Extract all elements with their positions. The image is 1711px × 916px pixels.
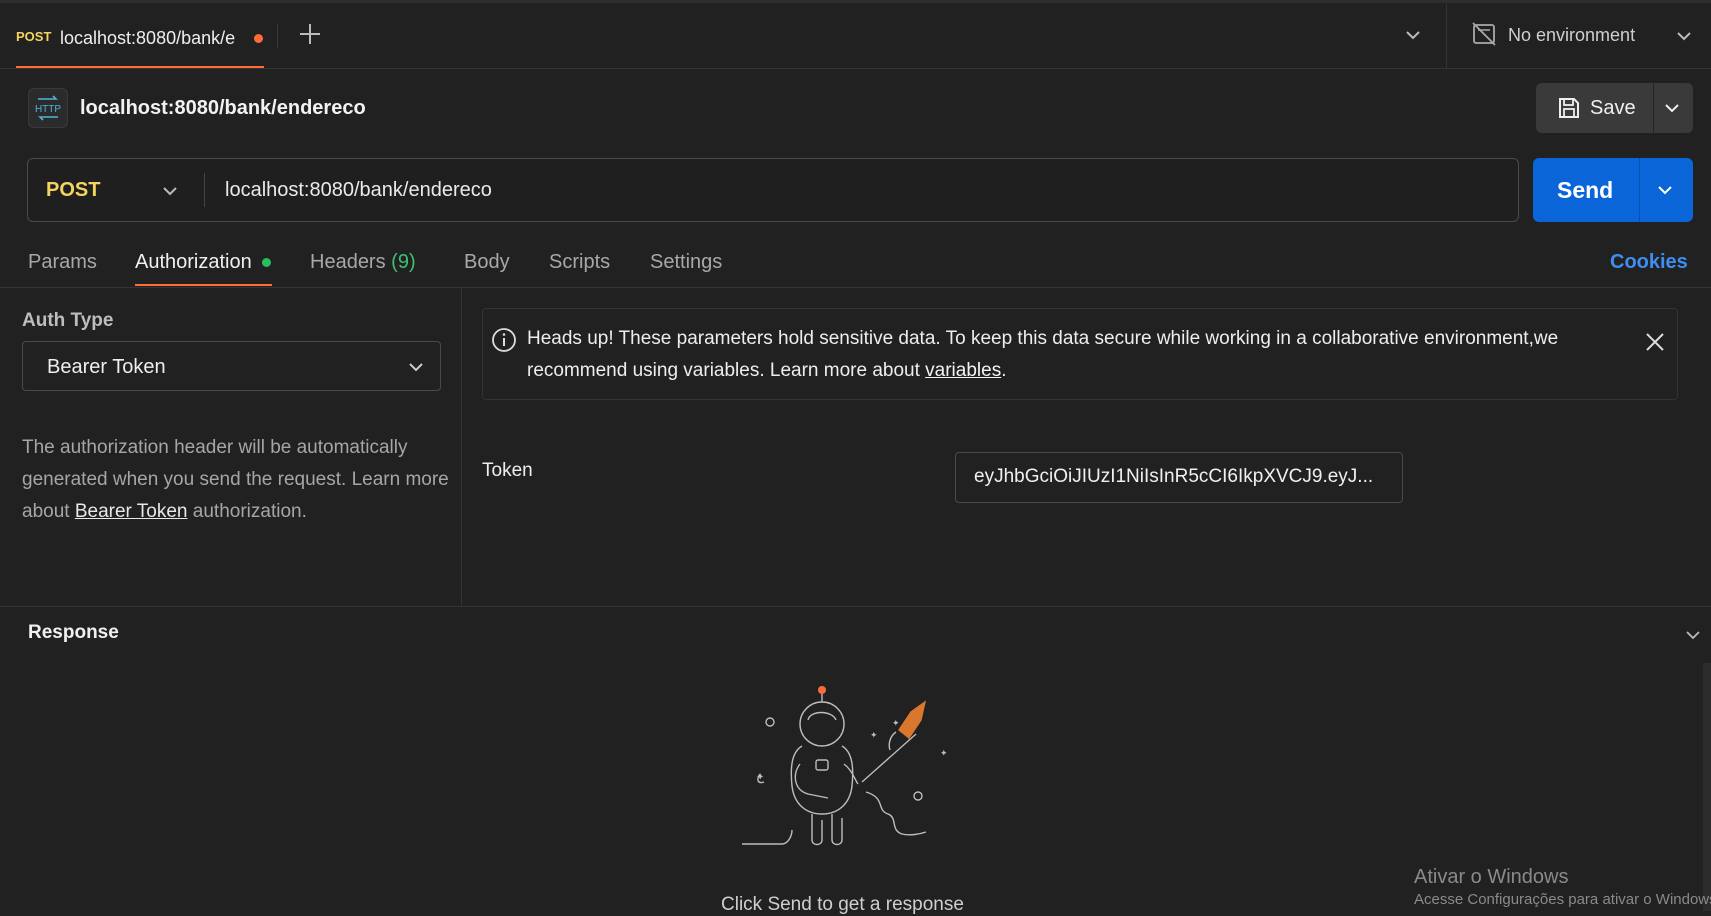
chevron-down-icon[interactable] (1662, 98, 1682, 123)
astronaut-illustration: ✦ ✦ ✦ ✦ (736, 684, 966, 854)
auth-status-dot (262, 258, 271, 267)
svg-text:✦: ✦ (870, 730, 878, 740)
tab-headers-label: Headers (310, 251, 386, 273)
auth-type-select[interactable]: Bearer Token (22, 341, 441, 391)
response-title: Response (28, 622, 119, 643)
method-select[interactable]: POST (46, 179, 100, 202)
svg-text:✦: ✦ (892, 718, 900, 728)
auth-description: The authorization header will be automat… (22, 432, 452, 528)
http-icon: HTTP (28, 88, 68, 128)
response-divider (0, 606, 1711, 607)
chevron-down-icon (1674, 26, 1694, 51)
headers-count: (9) (391, 251, 416, 273)
send-label: Send (1557, 177, 1614, 203)
chevron-down-icon[interactable] (1402, 24, 1424, 46)
token-input[interactable]: eyJhbGciOiJIUzI1NiIsInR5cCI6IkpXVCJ9.eyJ… (955, 452, 1403, 503)
no-environment-icon (1470, 20, 1498, 53)
notice-body: Heads up! These parameters hold sensitiv… (527, 328, 1559, 381)
tab-params[interactable]: Params (28, 251, 97, 274)
env-separator (1446, 4, 1447, 68)
notice-text: Heads up! These parameters hold sensitiv… (527, 323, 1567, 387)
plus-icon[interactable] (296, 20, 324, 48)
send-split (1639, 158, 1640, 222)
url-divider (204, 173, 205, 207)
request-tab-method: POST (16, 29, 52, 44)
tab-body[interactable]: Body (464, 251, 510, 274)
chevron-down-icon[interactable] (160, 181, 180, 206)
environment-label: No environment (1508, 25, 1636, 45)
chevron-down-icon (406, 357, 426, 382)
empty-response-message: Click Send to get a response (721, 894, 964, 915)
tabs-border (0, 287, 1711, 288)
page-title: localhost:8080/bank/endereco (80, 97, 366, 119)
auth-type-label: Auth Type (22, 310, 114, 331)
token-label: Token (482, 460, 533, 481)
scrollbar[interactable] (1703, 663, 1711, 911)
environment-selector[interactable]: No environment (1470, 20, 1700, 50)
tab-separator (277, 24, 278, 48)
close-icon[interactable] (1644, 331, 1666, 358)
bearer-token-link[interactable]: Bearer Token (75, 501, 188, 522)
request-tab-title: localhost:8080/bank/e (60, 28, 236, 48)
active-tab-indicator (16, 66, 264, 68)
chevron-down-icon[interactable] (1655, 180, 1675, 205)
cookies-link[interactable]: Cookies (1610, 251, 1688, 274)
unsaved-dot (254, 34, 263, 43)
send-button[interactable]: Send (1533, 158, 1693, 222)
chevron-down-icon[interactable] (1684, 626, 1702, 649)
svg-text:✦: ✦ (940, 748, 948, 758)
url-input[interactable] (225, 179, 1485, 202)
info-icon (491, 327, 517, 358)
url-bar: POST (27, 158, 1519, 222)
save-label: Save (1590, 97, 1636, 119)
save-icon (1556, 95, 1582, 126)
sensitive-data-notice: Heads up! These parameters hold sensitiv… (482, 308, 1678, 400)
svg-text:HTTP: HTTP (35, 104, 61, 115)
auth-desc-suffix: authorization. (187, 501, 307, 522)
windows-watermark-title: Ativar o Windows (1414, 866, 1569, 888)
save-button[interactable]: Save (1536, 83, 1693, 133)
svg-text:✦: ✦ (756, 772, 764, 783)
window-top-line (0, 0, 1711, 3)
request-tab[interactable]: POST localhost:8080/bank/e (0, 4, 264, 68)
panel-divider (461, 288, 462, 606)
windows-watermark-subtitle: Acesse Configurações para ativar o Windo… (1414, 891, 1711, 908)
tab-authorization[interactable]: Authorization (135, 251, 252, 274)
notice-suffix: . (1001, 360, 1007, 381)
tab-headers[interactable]: Headers (9) (310, 251, 416, 274)
token-value: eyJhbGciOiJIUzI1NiIsInR5cCI6IkpXVCJ9.eyJ… (974, 466, 1374, 487)
save-split (1653, 83, 1654, 133)
active-tab-indicator (135, 284, 272, 286)
variables-link[interactable]: variables (925, 360, 1001, 381)
tab-scripts[interactable]: Scripts (549, 251, 610, 274)
tab-settings[interactable]: Settings (650, 251, 722, 274)
auth-type-value: Bearer Token (47, 356, 166, 378)
